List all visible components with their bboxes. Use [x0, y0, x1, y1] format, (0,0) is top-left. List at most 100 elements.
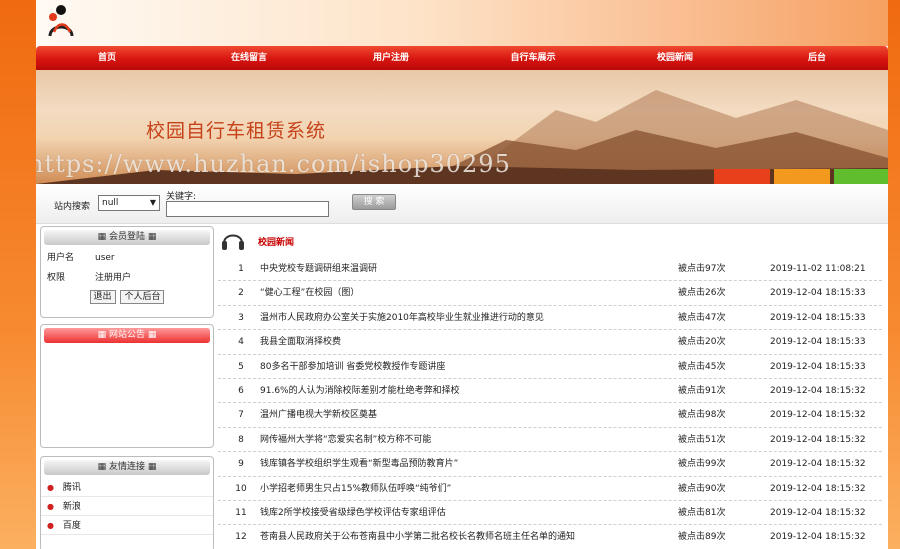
news-number: 9 [238, 459, 244, 470]
news-title-link[interactable]: 91.6%的人认为消除校际差别才能杜绝考弊和择校 [260, 379, 670, 403]
bullet-icon: ● [47, 521, 54, 530]
stripe-red [714, 169, 770, 184]
nav-home[interactable]: 首页 [36, 46, 178, 70]
news-clicks: 被点击90次 [678, 483, 726, 494]
top-header [36, 0, 888, 46]
news-title-link[interactable]: 温州广播电视大学新校区奠基 [260, 403, 670, 427]
watermark-text: https://www.huzhan.com/ishop30295 [36, 150, 511, 178]
news-clicks: 被点击98次 [678, 410, 726, 421]
nav-campus-news[interactable]: 校园新闻 [604, 46, 746, 70]
color-stripes [714, 169, 888, 184]
news-list: 1 中央党校专题调研组来温调研 被点击97次 2019-11-02 11:08:21 … [218, 257, 882, 549]
title-decor-icon: ▦ [97, 462, 107, 472]
site-logo[interactable] [44, 2, 78, 40]
nav-register[interactable]: 用户注册 [320, 46, 462, 70]
news-number: 3 [238, 312, 244, 323]
news-title-link[interactable]: 中央党校专题调研组来温调研 [260, 257, 670, 281]
link-item[interactable]: ● 腾讯 [41, 478, 213, 497]
news-title-link[interactable]: 苍南县人民政府关于公布苍南县中小学第二批名校长名教师名班主任名单的通知 [260, 525, 670, 549]
bullet-icon: ● [47, 483, 54, 492]
nav-bike-showcase[interactable]: 自行车展示 [462, 46, 604, 70]
news-row: 4 我县全面取消择校费 被点击20次 2019-12-04 18:15:33 [218, 330, 882, 355]
news-title-link[interactable]: “健心工程”在校园（图） [260, 281, 670, 305]
news-header: 校园新闻 [218, 227, 882, 253]
news-title-link[interactable]: 小学招老师男生只占15%教师队伍呼唤“纯爷们” [260, 477, 670, 501]
news-title-link[interactable]: 80多名干部参加培训 省委党校教授作专题讲座 [260, 355, 670, 379]
username-row: 用户名 user [41, 248, 213, 268]
news-date: 2019-12-04 18:15:32 [770, 532, 866, 543]
nav-admin[interactable]: 后台 [746, 46, 888, 70]
news-number: 4 [238, 337, 244, 348]
personal-backend-button[interactable]: 个人后台 [120, 290, 165, 304]
search-bar: 站内搜索 null ▼ 关键字: 搜 索 [36, 184, 888, 224]
role-value: 注册用户 [95, 273, 132, 283]
stripe-orange [774, 169, 830, 184]
news-clicks: 被点击97次 [678, 264, 726, 274]
news-title-link[interactable]: 我县全面取消择校费 [260, 330, 670, 354]
announcement-title: ▦ 网站公告 ▦ [44, 328, 210, 343]
news-title-link[interactable]: 钱库镇各学校组织学生观看“新型毒品预防教育片” [260, 452, 670, 476]
news-clicks: 被点击99次 [678, 459, 726, 470]
news-title-link[interactable]: 钱库2所学校接受省级绿色学校评估专家组评估 [260, 501, 670, 525]
role-label: 权限 [47, 273, 66, 283]
keyword-input[interactable] [166, 201, 329, 217]
username-label: 用户名 [47, 253, 75, 263]
news-title-link[interactable]: 温州市人民政府办公室关于实施2010年高校毕业生就业推进行动的意见 [260, 306, 670, 330]
news-number: 6 [238, 385, 244, 396]
search-select-value: null [102, 198, 119, 208]
title-decor-icon: ▦ [97, 330, 107, 340]
news-row: 7 温州广播电视大学新校区奠基 被点击98次 2019-12-04 18:15:32 [218, 403, 882, 428]
news-number: 1 [238, 264, 244, 274]
member-login-box: ▦ 会员登陆 ▦ 用户名 user 权限 注册用户 退出 个人后台 [40, 226, 214, 318]
search-button[interactable]: 搜 索 [352, 194, 396, 210]
news-date: 2019-12-04 18:15:33 [770, 312, 866, 323]
news-title-link[interactable]: 网传福州大学将“恋爱实名制”校方称不可能 [260, 428, 670, 452]
username-value: user [95, 253, 115, 263]
logout-button[interactable]: 退出 [89, 290, 116, 304]
news-date: 2019-12-04 18:15:33 [770, 288, 866, 299]
news-date: 2019-12-04 18:15:32 [770, 385, 866, 396]
news-row: 3 温州市人民政府办公室关于实施2010年高校毕业生就业推进行动的意见 被点击47次… [218, 306, 882, 331]
news-row: 8 网传福州大学将“恋爱实名制”校方称不可能 被点击51次 2019-12-04 18… [218, 428, 882, 453]
bullet-icon: ● [47, 502, 54, 511]
headphone-icon [222, 234, 244, 250]
news-date: 2019-12-04 18:15:32 [770, 459, 866, 470]
main-nav: 首页 在线留言 用户注册 自行车展示 校园新闻 后台 [36, 46, 888, 70]
news-row: 5 80多名干部参加培训 省委党校教授作专题讲座 被点击45次 2019-12-04 … [218, 355, 882, 379]
news-row: 1 中央党校专题调研组来温调研 被点击97次 2019-11-02 11:08:21 [218, 257, 882, 282]
role-row: 权限 注册用户 [41, 268, 213, 288]
news-clicks: 被点击26次 [678, 288, 726, 299]
member-buttons: 退出 个人后台 [41, 290, 213, 304]
news-clicks: 被点击20次 [678, 337, 726, 348]
title-decor-icon: ▦ [147, 330, 157, 340]
news-clicks: 被点击91次 [678, 385, 726, 396]
news-number: 12 [235, 532, 247, 543]
link-item[interactable]: ● 百度 [41, 516, 213, 535]
search-category-select[interactable]: null ▼ [98, 195, 160, 211]
news-date: 2019-12-04 18:15:32 [770, 434, 866, 445]
news-row: 10 小学招老师男生只占15%教师队伍呼唤“纯爷们” 被点击90次 2019-12-0… [218, 477, 882, 501]
news-number: 11 [235, 507, 247, 518]
news-clicks: 被点击89次 [678, 532, 726, 543]
news-date: 2019-11-02 11:08:21 [770, 264, 866, 274]
news-row: 2 “健心工程”在校园（图） 被点击26次 2019-12-04 18:15:33 [218, 281, 882, 306]
news-date: 2019-12-04 18:15:32 [770, 507, 866, 518]
news-date: 2019-12-04 18:15:32 [770, 483, 866, 494]
news-number: 7 [238, 410, 244, 421]
member-login-title: ▦ 会员登陆 ▦ [44, 230, 210, 245]
news-clicks: 被点击45次 [678, 361, 726, 372]
news-clicks: 被点击51次 [678, 434, 726, 445]
news-number: 2 [238, 288, 244, 299]
friend-links-title: ▦ 友情连接 ▦ [44, 460, 210, 475]
link-item[interactable]: ● 新浪 [41, 497, 213, 516]
stripe-green [834, 169, 888, 184]
news-row: 11 钱库2所学校接受省级绿色学校评估专家组评估 被点击81次 2019-12-04 … [218, 501, 882, 526]
title-decor-icon: ▦ [97, 232, 107, 242]
search-label: 站内搜索 [54, 202, 91, 212]
nav-guestbook[interactable]: 在线留言 [178, 46, 320, 70]
news-number: 5 [238, 361, 244, 372]
banner: 校园自行车租赁系统 https://www.huzhan.com/ishop30… [36, 70, 888, 184]
news-row: 12 苍南县人民政府关于公布苍南县中小学第二批名校长名教师名班主任名单的通知 被点击… [218, 525, 882, 549]
news-row: 6 91.6%的人认为消除校际差别才能杜绝考弊和择校 被点击91次 2019-12-0… [218, 379, 882, 404]
title-decor-icon: ▦ [147, 462, 157, 472]
